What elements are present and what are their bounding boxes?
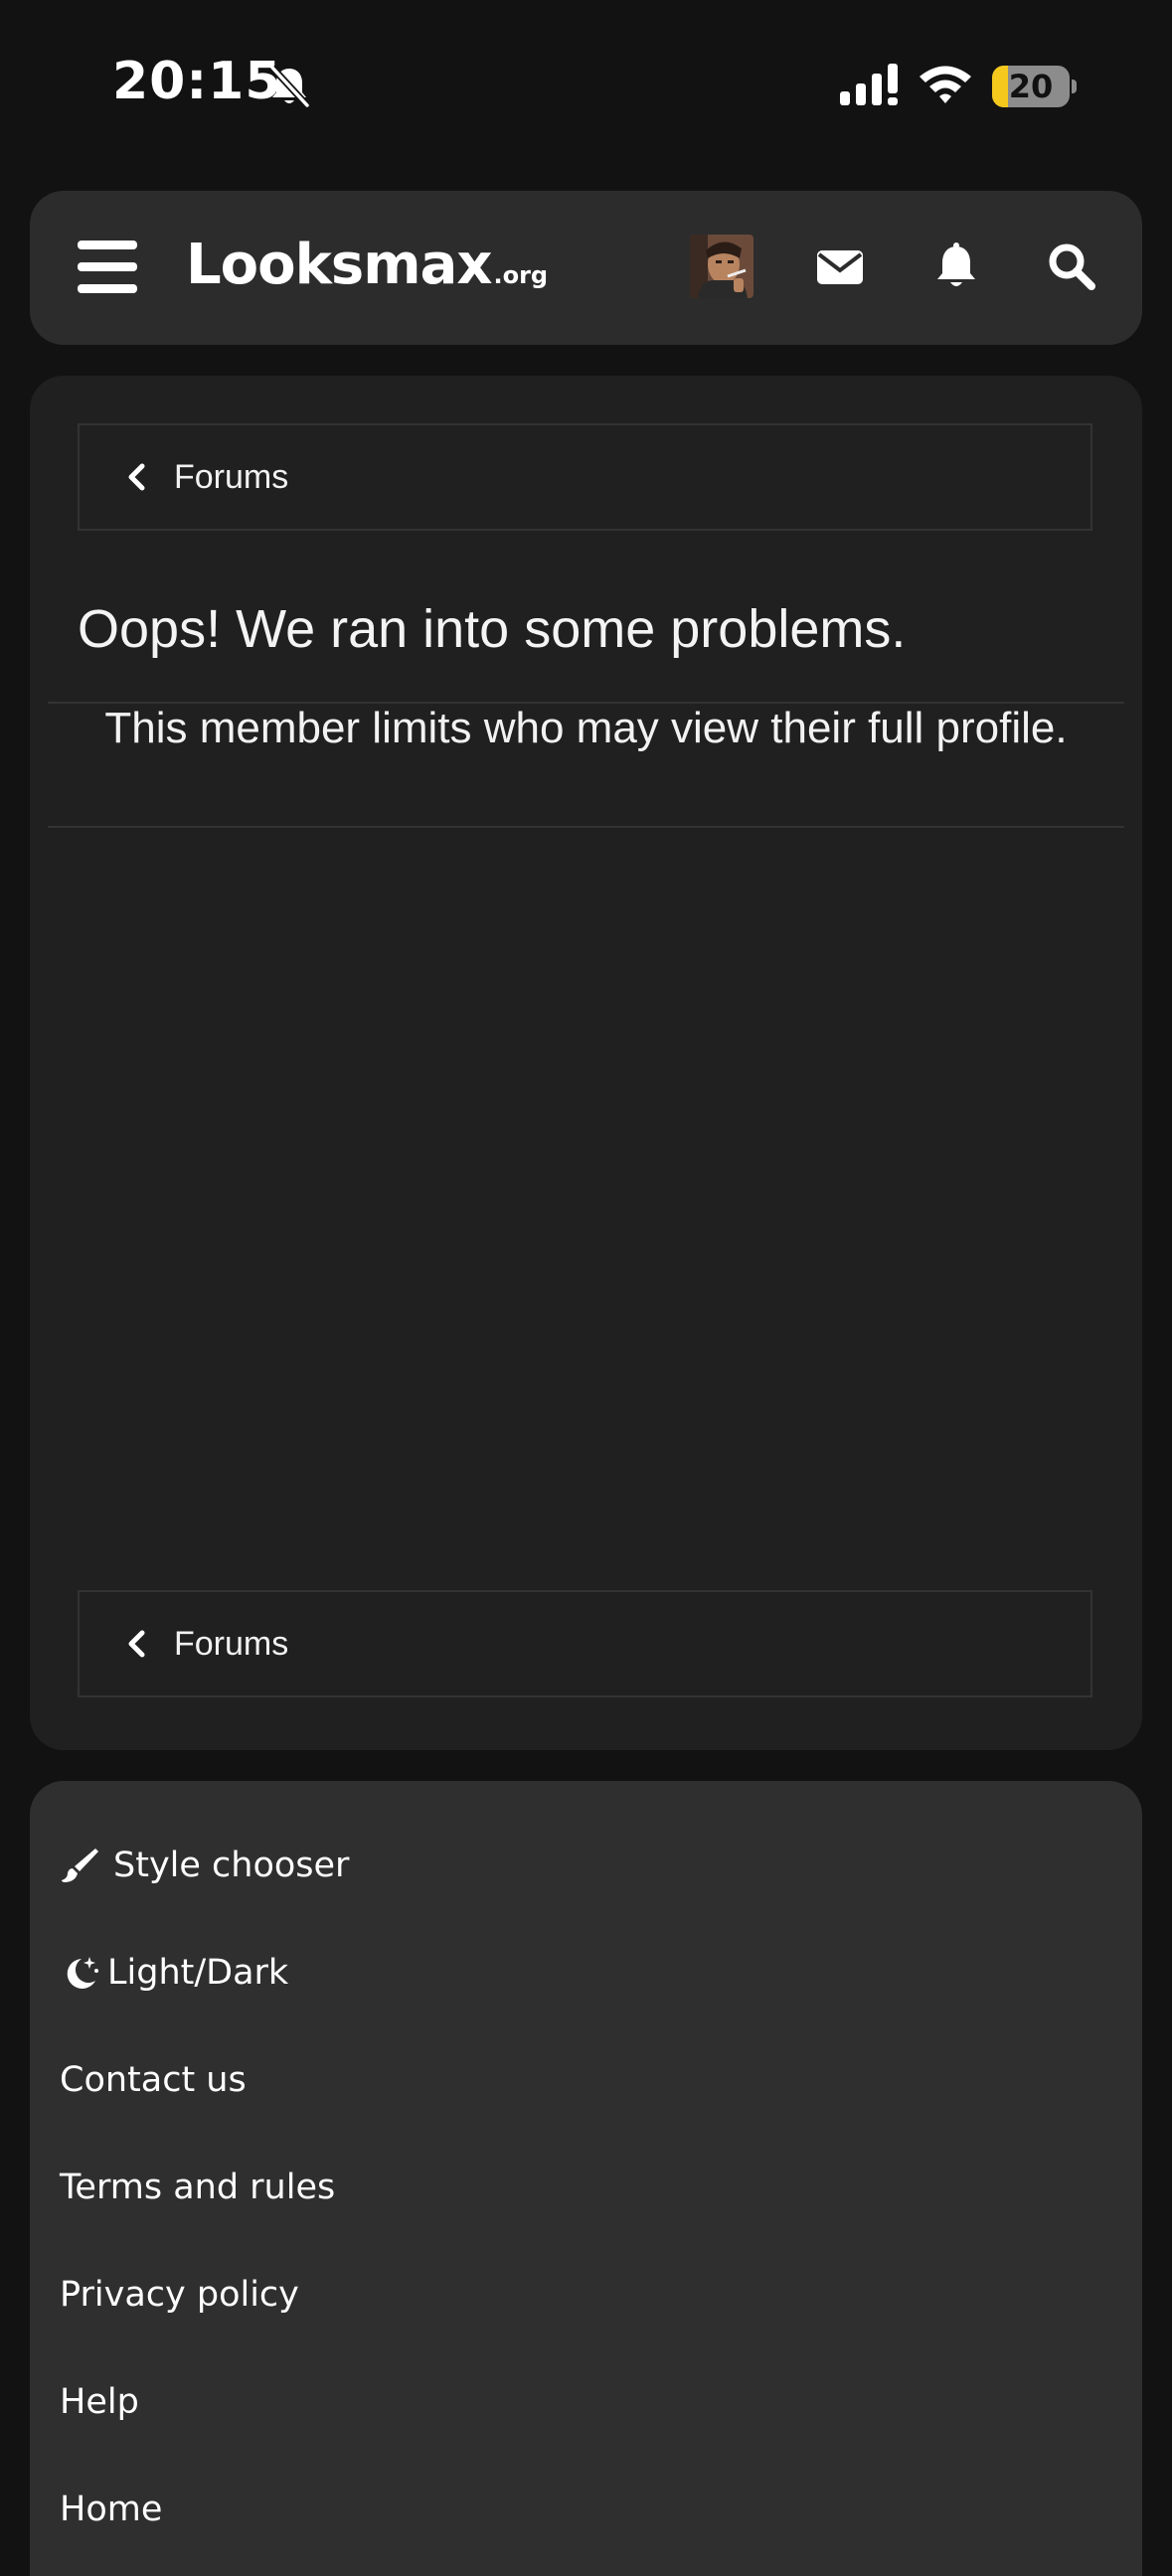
site-header: Looksmax .org [30,191,1142,345]
breadcrumb-top[interactable]: Forums [78,423,1092,531]
footer-link-label: Light/Dark [107,1953,289,1993]
status-bar: 20:15 20 [0,0,1172,174]
battery-cap [1072,80,1077,93]
chevron-left-icon [128,1630,145,1658]
error-card: Forums Oops! We ran into some problems. … [30,376,1142,1750]
hamburger-menu-icon[interactable] [78,241,137,294]
logo-main: Looksmax [186,233,492,297]
footer-link-contact-us[interactable]: Contact us [60,2060,247,2100]
paintbrush-icon [62,1849,98,1882]
breadcrumb-label: Forums [174,1624,289,1663]
logo-sub: .org [493,261,549,289]
footer-link-label: Home [60,2490,163,2529]
chevron-left-icon [128,463,145,491]
wifi-icon [920,66,971,103]
footer-link-label: Privacy policy [60,2275,299,2315]
bell-off-icon [269,65,310,108]
battery-level: 20 [1008,68,1054,105]
moon-stars-icon [67,1957,98,1989]
site-logo[interactable]: Looksmax .org [186,233,548,302]
footer-link-home[interactable]: Home [60,2490,162,2529]
battery-indicator: 20 [992,66,1070,107]
footer-link-label: Contact us [60,2060,247,2100]
footer-link-label: Terms and rules [60,2168,336,2207]
search-icon[interactable] [1046,241,1097,292]
footer-link-terms[interactable]: Terms and rules [60,2168,335,2207]
status-time: 20:15 [112,52,282,111]
footer-link-style-chooser[interactable]: Style chooser [60,1846,349,1885]
footer-link-privacy[interactable]: Privacy policy [60,2275,299,2315]
cellular-signal-icon [840,64,898,105]
footer-link-light-dark[interactable]: Light/Dark [60,1953,288,1993]
footer-link-label: Style chooser [113,1846,350,1885]
breadcrumb-bottom[interactable]: Forums [78,1590,1092,1697]
user-avatar[interactable] [690,235,753,298]
footer-link-help[interactable]: Help [60,2382,139,2422]
envelope-icon[interactable] [814,241,866,292]
error-message: This member limits who may view their fu… [104,704,1068,752]
footer-links: Style chooser Light/Dark Contact us Term… [30,1781,1142,2576]
breadcrumb-label: Forums [174,457,289,496]
avatar-image [690,235,753,298]
bell-icon[interactable] [930,241,982,292]
divider [48,826,1124,828]
footer-link-label: Help [60,2382,139,2422]
page-title: Oops! We ran into some problems. [78,599,907,659]
